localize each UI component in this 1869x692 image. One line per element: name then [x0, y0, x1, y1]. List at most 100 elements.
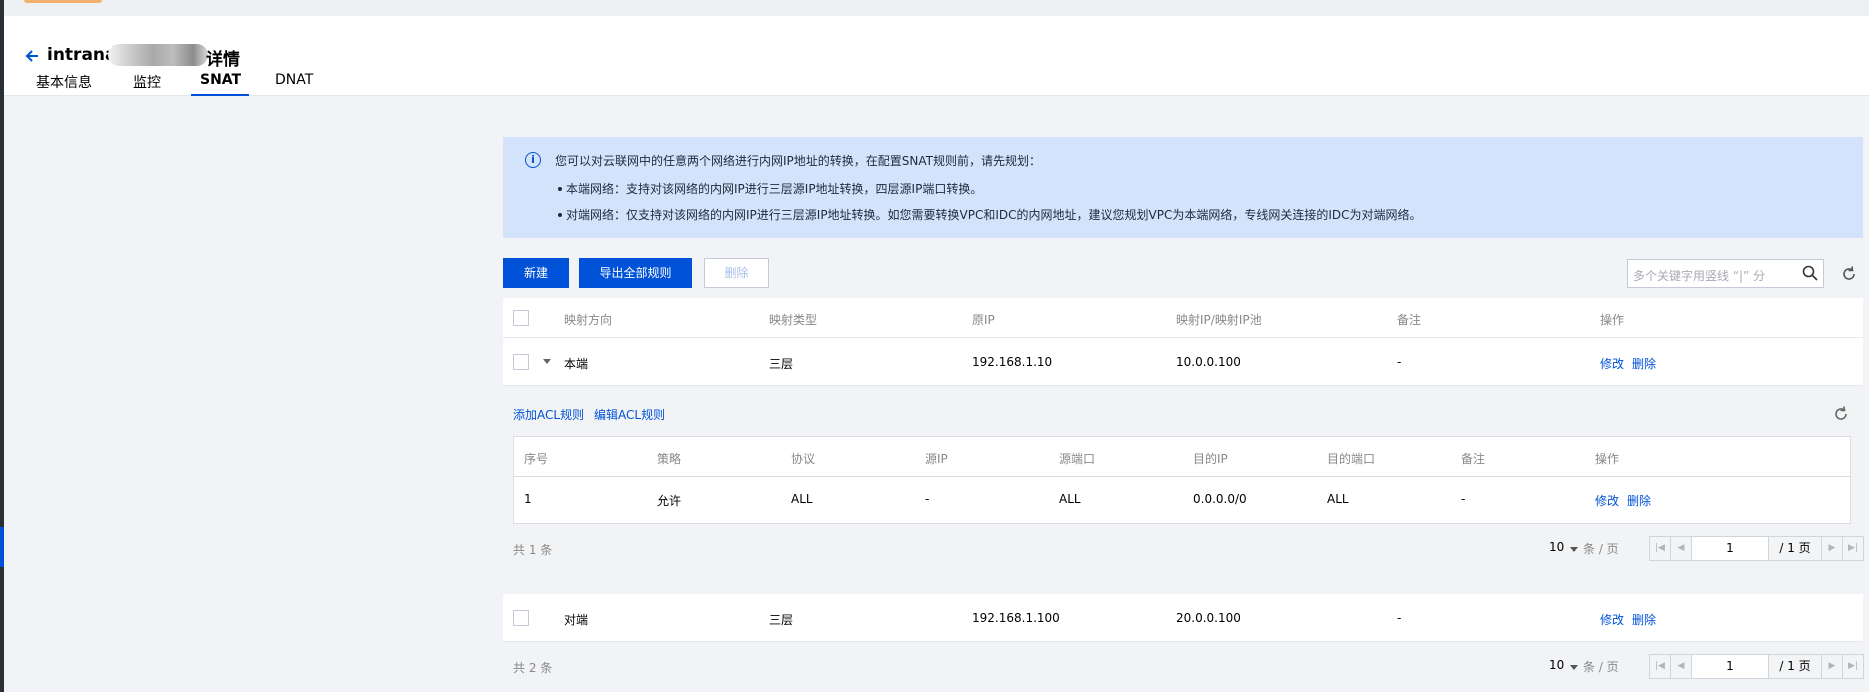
acl-cell-protocol: ALL — [791, 492, 813, 506]
prev-page-icon[interactable]: ◀ — [1670, 536, 1692, 561]
last-page-icon[interactable]: ▶| — [1842, 654, 1864, 679]
cell-remark: - — [1397, 611, 1402, 625]
acl-pagination: 10 条 / 页 |◀ ◀ 1 / 1 页 ▶ ▶| — [1549, 536, 1864, 561]
redacted-name — [108, 44, 208, 66]
cell-direction: 本端 — [564, 357, 589, 371]
table-pagination: 10 条 / 页 |◀ ◀ 1 / 1 页 ▶ ▶| — [1549, 654, 1864, 679]
column-header: 目的端口 — [1327, 452, 1376, 466]
acl-total-count: 共 1 条 — [513, 543, 553, 557]
acl-table-header: 序号 策略 协议 源IP 源端口 目的IP 目的端口 备注 操作 — [514, 437, 1850, 477]
column-header: 映射IP/映射IP池 — [1176, 313, 1262, 327]
cell-type: 三层 — [769, 357, 794, 371]
table-row: 对端 三层 192.168.1.100 20.0.0.100 - 修改 删除 — [503, 594, 1863, 642]
page-number-input[interactable]: 1 — [1691, 654, 1769, 679]
export-all-rules-button[interactable]: 导出全部规则 — [579, 258, 692, 288]
column-header: 映射类型 — [769, 313, 818, 327]
first-page-icon[interactable]: |◀ — [1649, 536, 1671, 561]
expand-caret-icon[interactable] — [543, 359, 551, 364]
acl-delete-link[interactable]: 删除 — [1627, 492, 1651, 509]
cell-remark: - — [1397, 355, 1402, 369]
column-header: 序号 — [524, 452, 549, 466]
active-tab-indicator — [191, 94, 249, 96]
notice-item: 对端网络：仅支持对该网络的内网IP进行三层源IP地址转换。如您需要转换VPC和I… — [566, 208, 1422, 222]
column-header: 源IP — [925, 452, 948, 466]
acl-refresh-icon[interactable] — [1832, 405, 1850, 423]
column-header: 操作 — [1595, 452, 1620, 466]
column-header: 备注 — [1397, 313, 1422, 327]
column-header: 备注 — [1461, 452, 1486, 466]
notice-item: 本端网络：支持对该网络的内网IP进行三层源IP地址转换，四层源IP端口转换。 — [566, 182, 983, 196]
row-checkbox[interactable] — [513, 610, 529, 626]
page-header: intranat 详情 基本信息 监控 SNAT DNAT — [4, 16, 1869, 96]
total-pages: / 1 页 — [1768, 536, 1822, 561]
edit-acl-rule-link[interactable]: 编辑ACL规则 — [594, 406, 665, 423]
cell-map-ip: 10.0.0.100 — [1176, 355, 1241, 369]
acl-cell-dst-ip: 0.0.0.0/0 — [1193, 492, 1247, 506]
last-page-icon[interactable]: ▶| — [1842, 536, 1864, 561]
cell-direction: 对端 — [564, 613, 589, 627]
search-placeholder: 多个关键字用竖线 “|” 分 — [1633, 269, 1766, 283]
page-size-select[interactable]: 10 — [1549, 658, 1564, 672]
add-acl-rule-link[interactable]: 添加ACL规则 — [513, 406, 584, 423]
column-header: 源端口 — [1059, 452, 1096, 466]
chevron-down-icon[interactable] — [1570, 665, 1578, 670]
tab-dnat[interactable]: DNAT — [275, 72, 313, 96]
new-button[interactable]: 新建 — [503, 258, 569, 288]
column-header: 策略 — [657, 452, 682, 466]
acl-cell-src-ip: - — [925, 492, 930, 506]
bullet-dot — [558, 187, 562, 191]
page-title-suffix: 详情 — [206, 50, 240, 70]
cell-type: 三层 — [769, 613, 794, 627]
total-pages: / 1 页 — [1768, 654, 1822, 679]
next-page-icon[interactable]: ▶ — [1821, 536, 1843, 561]
search-icon[interactable] — [1801, 264, 1819, 282]
page-number-input[interactable]: 1 — [1691, 536, 1769, 561]
next-page-icon[interactable]: ▶ — [1821, 654, 1843, 679]
tab-snat[interactable]: SNAT — [200, 72, 241, 96]
back-arrow-icon[interactable] — [22, 46, 42, 66]
column-header: 操作 — [1600, 313, 1625, 327]
delete-link[interactable]: 删除 — [1632, 355, 1656, 372]
edit-link[interactable]: 修改 — [1600, 611, 1624, 628]
page-size-select[interactable]: 10 — [1549, 540, 1564, 554]
column-header: 原IP — [972, 313, 995, 327]
column-header: 协议 — [791, 452, 816, 466]
cell-src-ip: 192.168.1.10 — [972, 355, 1053, 369]
acl-cell-dst-port: ALL — [1327, 492, 1349, 506]
row-checkbox[interactable] — [513, 354, 529, 370]
chevron-down-icon[interactable] — [1570, 547, 1578, 552]
prev-page-icon[interactable]: ◀ — [1670, 654, 1692, 679]
cell-map-ip: 20.0.0.100 — [1176, 611, 1241, 625]
column-header: 目的IP — [1193, 452, 1228, 466]
search-input[interactable]: 多个关键字用竖线 “|” 分 — [1627, 259, 1824, 288]
first-page-icon[interactable]: |◀ — [1649, 654, 1671, 679]
table-footer: 共 2 条 10 条 / 页 |◀ ◀ 1 / 1 页 ▶ ▶| — [503, 642, 1864, 692]
acl-table: 序号 策略 协议 源IP 源端口 目的IP 目的端口 备注 操作 1 允许 AL… — [513, 436, 1851, 524]
page-size-unit: 条 / 页 — [1583, 542, 1619, 556]
table-row: 本端 三层 192.168.1.10 10.0.0.100 - 修改 删除 — [503, 338, 1863, 386]
info-icon: i — [525, 152, 541, 168]
acl-cell-policy: 允许 — [657, 494, 682, 508]
top-strip — [0, 0, 1869, 16]
acl-cell-no: 1 — [524, 492, 532, 506]
delete-button[interactable]: 删除 — [704, 258, 769, 288]
select-all-checkbox[interactable] — [513, 310, 529, 326]
column-header: 映射方向 — [564, 313, 613, 327]
table-total-count: 共 2 条 — [513, 661, 553, 675]
table-header: 映射方向 映射类型 原IP 映射IP/映射IP池 备注 操作 — [503, 298, 1863, 338]
acl-cell-remark: - — [1461, 492, 1466, 506]
notice-intro: 您可以对云联网中的任意两个网络进行内网IP地址的转换，在配置SNAT规则前，请先… — [555, 154, 1041, 168]
delete-link[interactable]: 删除 — [1632, 611, 1656, 628]
acl-edit-link[interactable]: 修改 — [1595, 492, 1619, 509]
top-accent — [24, 0, 102, 3]
refresh-icon[interactable] — [1840, 265, 1858, 283]
page-size-unit: 条 / 页 — [1583, 660, 1619, 674]
info-notice: i 您可以对云联网中的任意两个网络进行内网IP地址的转换，在配置SNAT规则前，… — [503, 137, 1863, 238]
left-edge-indicator — [0, 527, 4, 567]
left-edge — [0, 0, 4, 692]
acl-expand-panel: 添加ACL规则 编辑ACL规则 序号 策略 协议 源IP 源端口 目的IP 目的… — [503, 386, 1864, 594]
acl-cell-src-port: ALL — [1059, 492, 1081, 506]
tab-monitor[interactable]: 监控 — [133, 72, 161, 96]
edit-link[interactable]: 修改 — [1600, 355, 1624, 372]
tab-basic-info[interactable]: 基本信息 — [36, 72, 92, 96]
